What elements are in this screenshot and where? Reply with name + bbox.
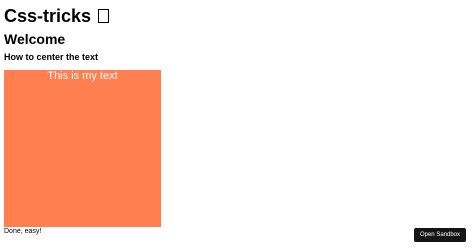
demo-box-text: This is my text <box>47 70 118 82</box>
page-title: Css-tricks <box>4 5 110 27</box>
section-heading: How to center the text <box>4 52 99 62</box>
demo-box: This is my text <box>4 70 161 227</box>
footer-text: Done, easy! <box>4 228 42 235</box>
open-sandbox-button[interactable]: Open Sandbox <box>413 228 466 242</box>
page-title-text: Css-tricks <box>4 6 92 26</box>
page-subtitle: Welcome <box>4 31 66 47</box>
missing-glyph-icon <box>98 9 110 23</box>
